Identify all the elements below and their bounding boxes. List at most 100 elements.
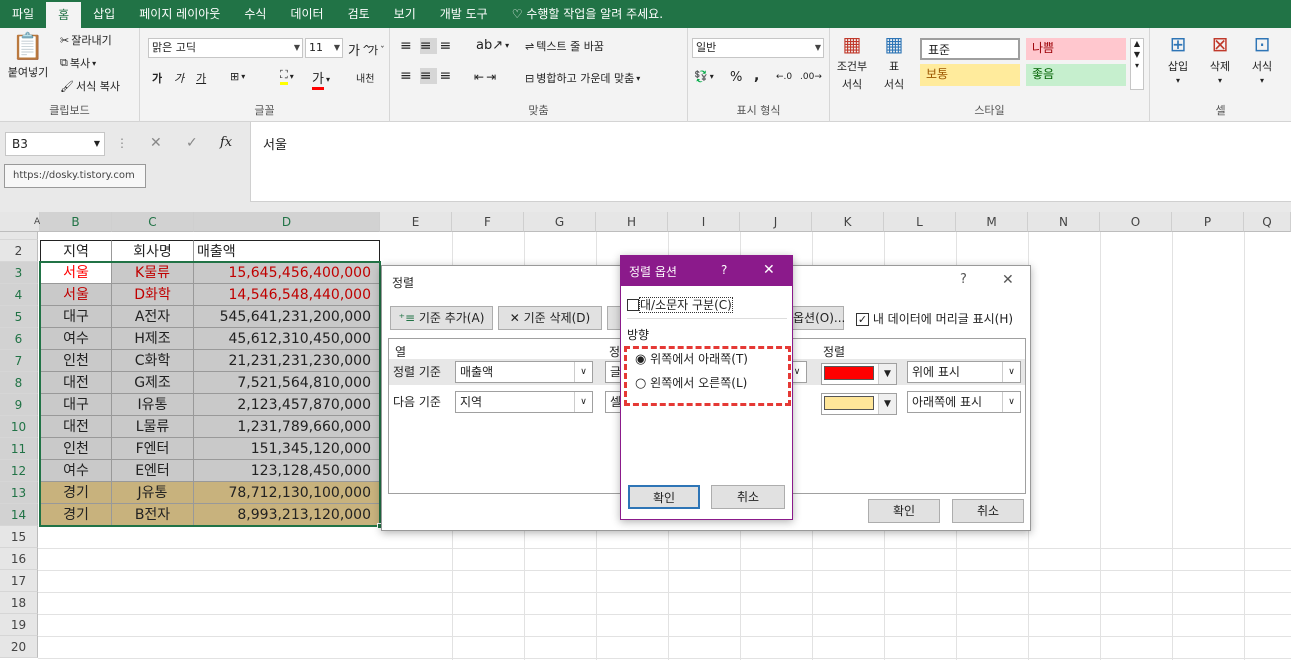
row-header-17[interactable]: 17 bbox=[0, 570, 38, 592]
comma-button[interactable]: , bbox=[754, 68, 759, 84]
row-header-2[interactable]: 2 bbox=[0, 240, 38, 262]
col-header-i[interactable]: I bbox=[668, 212, 740, 232]
indent-buttons[interactable]: ⇤ ⇥ bbox=[474, 70, 496, 84]
options-cancel-button[interactable]: 취소 bbox=[711, 485, 785, 509]
copy-button[interactable]: ⧉ 복사 ▾ bbox=[60, 55, 96, 71]
underline-button[interactable]: 가 bbox=[196, 70, 206, 86]
cell-sales[interactable]: 15,645,456,400,000 bbox=[194, 262, 380, 284]
col-header-q[interactable]: Q bbox=[1244, 212, 1291, 232]
cell-sales[interactable]: 123,128,450,000 bbox=[194, 460, 380, 482]
row-header-15[interactable]: 15 bbox=[0, 526, 38, 548]
font-family-select[interactable]: 맑은 고딕 ▼ bbox=[148, 38, 303, 58]
cell-company[interactable]: I유통 bbox=[112, 394, 194, 416]
merge-center-button[interactable]: ⊟ 병합하고 가운데 맞춤 ▾ bbox=[525, 70, 640, 86]
style-normal[interactable]: 표준 bbox=[920, 38, 1020, 60]
row-header-3[interactable]: 3 bbox=[0, 262, 38, 284]
col-header-o[interactable]: O bbox=[1100, 212, 1172, 232]
name-box[interactable]: B3 ▼ bbox=[5, 132, 105, 156]
close-icon[interactable]: ✕ bbox=[763, 262, 775, 278]
bold-button[interactable]: 가 bbox=[152, 70, 162, 86]
col-header-b[interactable]: B bbox=[40, 212, 112, 232]
close-icon[interactable]: ✕ bbox=[1002, 272, 1014, 288]
help-icon[interactable]: ? bbox=[721, 263, 727, 277]
tab-review[interactable]: 검토 bbox=[336, 0, 382, 28]
wrap-text-button[interactable]: ⇌ 텍스트 줄 바꿈 bbox=[525, 38, 604, 54]
font-size-select[interactable]: 11 ▼ bbox=[305, 38, 343, 58]
row-header-19[interactable]: 19 bbox=[0, 614, 38, 636]
insert-function-icon[interactable]: fx bbox=[220, 135, 232, 150]
help-icon[interactable]: ? bbox=[960, 272, 967, 287]
style-good[interactable]: 좋음 bbox=[1026, 64, 1126, 86]
cell-region[interactable]: 대전 bbox=[40, 372, 112, 394]
format-painter-button[interactable]: 🖌 서식 복사 bbox=[60, 78, 120, 94]
cell-company[interactable]: K물류 bbox=[112, 262, 194, 284]
row-header-18[interactable]: 18 bbox=[0, 592, 38, 614]
col-header-c[interactable]: C bbox=[112, 212, 194, 232]
font-color-button[interactable]: 가 ▾ bbox=[312, 68, 330, 90]
cell-company[interactable]: L물류 bbox=[112, 416, 194, 438]
orientation-button[interactable]: ab↗ ▾ bbox=[476, 38, 509, 53]
cell-company[interactable]: E엔터 bbox=[112, 460, 194, 482]
col-header-m[interactable]: M bbox=[956, 212, 1028, 232]
vertical-align-buttons[interactable]: ≡ ≡ ≡ bbox=[400, 38, 457, 54]
confirm-entry-icon[interactable]: ✓ bbox=[186, 135, 198, 151]
col-header-e[interactable]: E bbox=[380, 212, 452, 232]
phonetic-button[interactable]: 내천 bbox=[356, 70, 374, 85]
options-button[interactable]: 옵션(O)... bbox=[792, 306, 845, 330]
cell-sales[interactable]: 8,993,213,120,000 bbox=[194, 504, 380, 526]
cell-sales[interactable]: 7,521,564,810,000 bbox=[194, 372, 380, 394]
level-1-order-select[interactable]: 위에 표시 ∨ bbox=[907, 361, 1021, 383]
row-header-7[interactable]: 7 bbox=[0, 350, 38, 372]
col-header-f[interactable]: F bbox=[452, 212, 524, 232]
cell-region[interactable]: 인천 bbox=[40, 438, 112, 460]
sort-cancel-button[interactable]: 취소 bbox=[952, 499, 1024, 523]
header-cell-sales[interactable]: 매출액 bbox=[194, 240, 380, 262]
paste-button[interactable]: 📋 붙여넣기 bbox=[6, 32, 50, 80]
row-header-14[interactable]: 14 bbox=[0, 504, 38, 526]
level-2-column-select[interactable]: 지역 ∨ bbox=[455, 391, 593, 413]
col-header-l[interactable]: L bbox=[884, 212, 956, 232]
level-2-order-select[interactable]: 아래쪽에 표시 ∨ bbox=[907, 391, 1021, 413]
col-header-d[interactable]: D bbox=[194, 212, 380, 232]
formula-input[interactable]: 서울 bbox=[250, 122, 1291, 202]
cancel-entry-icon[interactable]: ✕ bbox=[150, 135, 162, 151]
italic-button[interactable]: 가 bbox=[174, 70, 184, 86]
tab-page-layout[interactable]: 페이지 레이아웃 bbox=[127, 0, 232, 28]
cell-company[interactable]: C화학 bbox=[112, 350, 194, 372]
shrink-font-button[interactable]: 가ˇ bbox=[368, 42, 385, 58]
cell-company[interactable]: H제조 bbox=[112, 328, 194, 350]
row-header-20[interactable]: 20 bbox=[0, 636, 38, 658]
cell-region[interactable]: 여수 bbox=[40, 328, 112, 350]
col-header-n[interactable]: N bbox=[1028, 212, 1100, 232]
header-cell-region[interactable]: 지역 bbox=[40, 240, 112, 262]
select-all-corner[interactable] bbox=[0, 212, 38, 232]
styles-scroll[interactable]: ▲ ▼ ▾ bbox=[1130, 38, 1144, 90]
cell-sales[interactable]: 151,345,120,000 bbox=[194, 438, 380, 460]
tab-data[interactable]: 데이터 bbox=[278, 0, 335, 28]
cell-sales[interactable]: 78,712,130,100,000 bbox=[194, 482, 380, 504]
tab-developer[interactable]: 개발 도구 bbox=[428, 0, 500, 28]
cell-sales[interactable]: 14,546,548,440,000 bbox=[194, 284, 380, 306]
level-2-color-select[interactable]: ▼ bbox=[821, 393, 897, 415]
tab-formulas[interactable]: 수식 bbox=[232, 0, 278, 28]
format-as-table-button[interactable]: ▦ 표 서식 bbox=[876, 32, 912, 92]
col-header-k[interactable]: K bbox=[812, 212, 884, 232]
sort-ok-button[interactable]: 확인 bbox=[868, 499, 940, 523]
row-header-10[interactable]: 10 bbox=[0, 416, 38, 438]
style-bad[interactable]: 나쁨 bbox=[1026, 38, 1126, 60]
row-header-16[interactable]: 16 bbox=[0, 548, 38, 570]
cell-region[interactable]: 대구 bbox=[40, 394, 112, 416]
cell-sales[interactable]: 2,123,457,870,000 bbox=[194, 394, 380, 416]
tell-me-box[interactable]: ♡ 수행할 작업을 알려 주세요. bbox=[500, 0, 675, 28]
header-cell-company[interactable]: 회사명 bbox=[112, 240, 194, 262]
cell-company[interactable]: F엔터 bbox=[112, 438, 194, 460]
border-button[interactable]: ⊞ ▾ bbox=[230, 70, 245, 83]
row-header-6[interactable]: 6 bbox=[0, 328, 38, 350]
row-header-9[interactable]: 9 bbox=[0, 394, 38, 416]
row-header-13[interactable]: 13 bbox=[0, 482, 38, 504]
level-1-column-select[interactable]: 매출액 ∨ bbox=[455, 361, 593, 383]
insert-cells-button[interactable]: ⊞ 삽입 ▾ bbox=[1160, 32, 1196, 85]
col-header-g[interactable]: G bbox=[524, 212, 596, 232]
tab-home[interactable]: 홈 bbox=[46, 2, 82, 28]
increase-decimal-button[interactable]: ←.0 bbox=[776, 72, 792, 82]
